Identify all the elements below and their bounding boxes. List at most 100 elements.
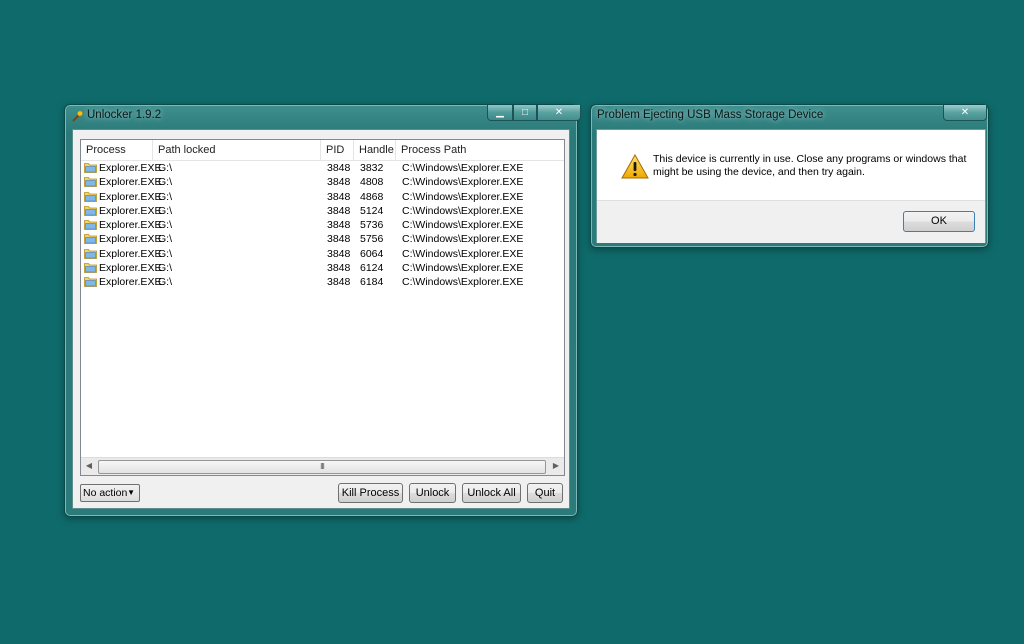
unlocker-titlebar[interactable]: Unlocker 1.9.2 ▁ □ ✕: [65, 105, 581, 127]
unlock-all-button[interactable]: Unlock All: [462, 483, 521, 503]
table-row[interactable]: Explorer.EXE G:\ 3848 4808 C:\Windows\Explor…: [81, 175, 564, 189]
cell-process-path: C:\Windows\Explorer.EXE: [402, 276, 524, 289]
cell-handle: 6064: [360, 247, 384, 260]
cell-process: Explorer.EXE: [99, 219, 162, 232]
cell-process: Explorer.EXE: [99, 262, 162, 275]
cell-process: Explorer.EXE: [99, 276, 162, 289]
scrollbar-thumb[interactable]: III: [98, 460, 546, 474]
table-row[interactable]: Explorer.EXE G:\ 3848 5756 C:\Windows\Explor…: [81, 232, 564, 246]
wand-icon: [72, 110, 83, 122]
unlock-button[interactable]: Unlock: [409, 483, 456, 503]
list-header: Process Path locked PID Handle Process P…: [81, 140, 564, 161]
locked-handles-list[interactable]: Process Path locked PID Handle Process P…: [80, 139, 565, 476]
cell-process-path: C:\Windows\Explorer.EXE: [402, 162, 524, 174]
cell-process: Explorer.EXE: [99, 190, 162, 203]
column-handle[interactable]: Handle: [354, 140, 396, 160]
cell-handle: 6184: [360, 276, 384, 289]
action-select-value: No action: [83, 487, 128, 499]
cell-process-path: C:\Windows\Explorer.EXE: [402, 247, 524, 260]
chevron-down-icon: ▼: [127, 488, 135, 497]
cell-pid: 3848: [327, 190, 351, 203]
cell-path-locked: G:\: [158, 276, 173, 289]
cell-pid: 3848: [327, 276, 351, 289]
minimize-button[interactable]: ▁: [487, 105, 513, 121]
unlocker-client: Process Path locked PID Handle Process P…: [72, 129, 570, 509]
cell-pid: 3848: [327, 162, 351, 174]
eject-dialog-title: Problem Ejecting USB Mass Storage Device: [597, 109, 824, 121]
folder-icon: [84, 220, 97, 231]
eject-dialog-client: This device is currently in use. Close a…: [596, 129, 986, 243]
cell-pid: 3848: [327, 204, 351, 217]
column-pid[interactable]: PID: [321, 140, 354, 160]
table-row[interactable]: Explorer.EXE G:\ 3848 4868 C:\Windows\Explor…: [81, 190, 564, 204]
ok-button[interactable]: OK: [903, 211, 975, 232]
eject-dialog-titlebar[interactable]: Problem Ejecting USB Mass Storage Device…: [591, 105, 988, 127]
table-row[interactable]: Explorer.EXE G:\ 3848 5124 C:\Windows\Explor…: [81, 204, 564, 218]
cell-process: Explorer.EXE: [99, 204, 162, 217]
cell-pid: 3848: [327, 262, 351, 275]
cell-path-locked: G:\: [158, 204, 173, 217]
action-select[interactable]: No action ▼: [80, 484, 140, 502]
kill-process-button[interactable]: Kill Process: [338, 483, 403, 503]
eject-dialog-window: Problem Ejecting USB Mass Storage Device…: [590, 104, 989, 248]
cell-handle: 3832: [360, 162, 384, 174]
dialog-close-button[interactable]: ✕: [943, 105, 987, 121]
quit-button[interactable]: Quit: [527, 483, 563, 503]
warning-icon: [621, 154, 649, 179]
table-row[interactable]: Explorer.EXE G:\ 3848 5736 C:\Windows\Explor…: [81, 218, 564, 232]
cell-path-locked: G:\: [158, 233, 173, 246]
cell-pid: 3848: [327, 176, 351, 189]
folder-icon: [84, 277, 97, 288]
folder-icon: [84, 191, 97, 202]
column-process-path[interactable]: Process Path: [396, 140, 564, 160]
cell-path-locked: G:\: [158, 219, 173, 232]
cell-process: Explorer.EXE: [99, 247, 162, 260]
cell-process-path: C:\Windows\Explorer.EXE: [402, 190, 524, 203]
cell-handle: 4808: [360, 176, 384, 189]
table-row[interactable]: Explorer.EXE G:\ 3848 6124 C:\Windows\Explor…: [81, 261, 564, 275]
cell-process-path: C:\Windows\Explorer.EXE: [402, 219, 524, 232]
cell-process-path: C:\Windows\Explorer.EXE: [402, 262, 524, 275]
cell-handle: 5736: [360, 219, 384, 232]
folder-icon: [84, 263, 97, 273]
cell-handle: 4868: [360, 190, 384, 203]
scroll-left-icon[interactable]: ◀: [81, 458, 97, 475]
folder-icon: [84, 177, 97, 188]
unlocker-title: Unlocker 1.9.2: [87, 109, 162, 121]
column-path-locked[interactable]: Path locked: [153, 140, 321, 160]
scroll-right-icon[interactable]: ▶: [548, 458, 564, 475]
cell-process: Explorer.EXE: [99, 233, 162, 246]
close-button[interactable]: ✕: [537, 105, 581, 121]
cell-path-locked: G:\: [158, 162, 173, 174]
cell-pid: 3848: [327, 219, 351, 232]
maximize-button[interactable]: □: [513, 105, 537, 121]
folder-icon: [84, 248, 97, 259]
cell-handle: 5756: [360, 233, 384, 246]
cell-process-path: C:\Windows\Explorer.EXE: [402, 176, 524, 189]
cell-process: Explorer.EXE: [99, 176, 162, 189]
dialog-footer: OK: [597, 200, 985, 243]
cell-pid: 3848: [327, 247, 351, 260]
list-rows: Explorer.EXE G:\ 3848 3832 C:\Windows\Explor…: [81, 161, 564, 290]
cell-handle: 6124: [360, 262, 384, 275]
table-row[interactable]: Explorer.EXE G:\ 3848 3832 C:\Windows\Explor…: [81, 161, 564, 175]
table-row[interactable]: Explorer.EXE G:\ 3848 6184 C:\Windows\Explor…: [81, 275, 564, 289]
cell-process: Explorer.EXE: [99, 162, 162, 174]
cell-pid: 3848: [327, 233, 351, 246]
cell-path-locked: G:\: [158, 262, 173, 275]
dialog-message: This device is currently in use. Close a…: [653, 153, 967, 178]
cell-process-path: C:\Windows\Explorer.EXE: [402, 204, 524, 217]
cell-process-path: C:\Windows\Explorer.EXE: [402, 233, 524, 246]
cell-handle: 5124: [360, 204, 384, 217]
horizontal-scrollbar[interactable]: ◀ III ▶: [81, 457, 564, 475]
message-area: This device is currently in use. Close a…: [597, 130, 985, 200]
folder-icon: [84, 234, 97, 245]
folder-icon: [84, 205, 97, 216]
cell-path-locked: G:\: [158, 247, 173, 260]
folder-icon: [84, 163, 97, 173]
cell-path-locked: G:\: [158, 176, 173, 189]
table-row[interactable]: Explorer.EXE G:\ 3848 6064 C:\Windows\Explor…: [81, 247, 564, 261]
column-process[interactable]: Process: [81, 140, 153, 160]
unlocker-window: Unlocker 1.9.2 ▁ □ ✕ Process Path locked…: [64, 104, 581, 517]
cell-path-locked: G:\: [158, 190, 173, 203]
